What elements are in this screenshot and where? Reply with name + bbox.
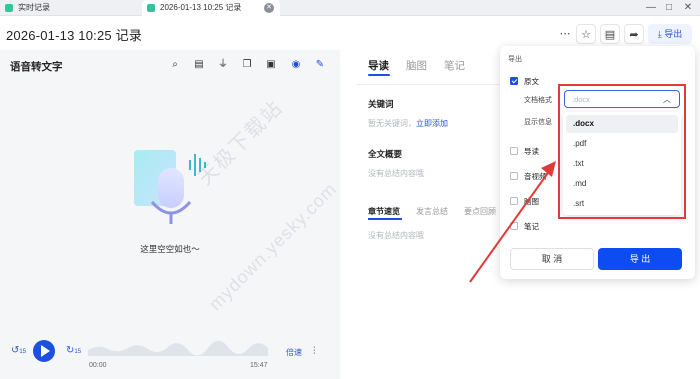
maximize-button[interactable]: □ bbox=[662, 1, 676, 15]
current-time: 00:00 bbox=[89, 362, 107, 369]
speaker-icon[interactable]: ◉ bbox=[289, 58, 303, 72]
audio-waveform[interactable] bbox=[88, 338, 268, 356]
tab-guide[interactable]: 导读 bbox=[368, 58, 389, 73]
forward-15-icon[interactable]: ↻15 bbox=[66, 345, 81, 356]
summary-empty: 没有总结内容哦 bbox=[368, 169, 424, 178]
copy-icon[interactable]: ❐ bbox=[240, 58, 254, 72]
checkbox-checked-icon[interactable] bbox=[510, 77, 518, 85]
tab-current-record[interactable]: 2026-01-13 10:25 记录 ✕ bbox=[142, 0, 280, 16]
note-icon[interactable]: ▣ bbox=[264, 58, 278, 72]
add-keyword-link[interactable]: 立即添加 bbox=[416, 119, 448, 128]
option-notes-label: 笔记 bbox=[524, 222, 539, 231]
option-audio-label: 音视频 bbox=[524, 172, 547, 181]
active-subtab-indicator bbox=[368, 218, 402, 220]
search-icon[interactable]: ⌕ bbox=[168, 58, 182, 72]
format-label: 文档格式 bbox=[524, 97, 552, 104]
edit-icon[interactable]: ✎ bbox=[313, 58, 327, 72]
tab-realtime-record[interactable]: 实时记录 bbox=[0, 0, 140, 16]
divider bbox=[356, 84, 500, 85]
keywords-empty-text: 暂无关键词， bbox=[368, 119, 416, 128]
minimize-button[interactable]: — bbox=[644, 1, 658, 15]
option-mindmap-label: 脑图 bbox=[524, 197, 539, 206]
download-icon: ⤓ bbox=[657, 29, 662, 39]
option-guide-label: 导读 bbox=[524, 147, 539, 156]
chapters-empty: 没有总结内容哦 bbox=[368, 231, 424, 240]
checkbox-icon[interactable] bbox=[510, 172, 518, 180]
total-time: 15:47 bbox=[250, 362, 268, 369]
option-original-label: 原文 bbox=[524, 77, 539, 86]
close-icon[interactable]: ✕ bbox=[264, 3, 274, 13]
keywords-title: 关键词 bbox=[368, 99, 394, 109]
active-tab-indicator bbox=[368, 74, 390, 76]
confirm-export-button[interactable]: 导 出 bbox=[598, 248, 682, 270]
checkbox-icon[interactable] bbox=[510, 197, 518, 205]
subtab-chapters[interactable]: 章节速览 bbox=[368, 206, 400, 217]
subtab-speaker-summary[interactable]: 发言总结 bbox=[416, 206, 448, 217]
playback-speed-button[interactable]: 倍速 bbox=[286, 347, 302, 358]
app-logo-icon bbox=[5, 4, 13, 12]
close-window-button[interactable]: ✕ bbox=[681, 1, 695, 15]
option-notes[interactable]: 笔记 bbox=[510, 221, 539, 232]
filter-icon[interactable]: ⏚ bbox=[216, 58, 230, 72]
clipboard-icon[interactable]: ▤ bbox=[600, 24, 620, 44]
option-original[interactable]: 原文 bbox=[510, 76, 539, 87]
export-button-label: 导出 bbox=[664, 29, 683, 39]
export-button[interactable]: ⤓ 导出 bbox=[648, 24, 692, 44]
export-dialog-title: 导出 bbox=[508, 56, 522, 63]
option-guide[interactable]: 导读 bbox=[510, 146, 539, 157]
star-icon[interactable]: ☆ bbox=[576, 24, 596, 44]
summary-title: 全文概要 bbox=[368, 149, 403, 159]
subtab-key-points[interactable]: 要点回顾 bbox=[464, 206, 496, 217]
option-mindmap[interactable]: 脑图 bbox=[510, 196, 539, 207]
share-icon[interactable]: ➦ bbox=[624, 24, 644, 44]
keywords-empty: 暂无关键词，立即添加 bbox=[368, 118, 448, 129]
app-logo-icon bbox=[147, 4, 155, 12]
transcript-title: 语音转文字 bbox=[10, 61, 63, 73]
rewind-15-icon[interactable]: ↺15 bbox=[11, 345, 26, 356]
option-audio[interactable]: 音视频 bbox=[510, 171, 547, 182]
page-title: 2026-01-13 10:25 记录 bbox=[6, 28, 143, 43]
play-icon bbox=[41, 345, 50, 357]
equalizer-icon[interactable]: ⫶ bbox=[313, 346, 316, 357]
play-button[interactable] bbox=[33, 340, 55, 362]
tab-notes[interactable]: 笔记 bbox=[444, 58, 465, 73]
tab-label: 实时记录 bbox=[18, 3, 50, 12]
document-icon[interactable]: ▤ bbox=[192, 58, 206, 72]
highlight-box bbox=[558, 84, 686, 219]
tab-bar: 实时记录 2026-01-13 10:25 记录 ✕ — □ ✕ bbox=[0, 0, 700, 16]
tab-mindmap[interactable]: 脑图 bbox=[406, 58, 427, 73]
display-info-label: 显示信息 bbox=[524, 119, 552, 126]
checkbox-icon[interactable] bbox=[510, 147, 518, 155]
more-icon[interactable]: ⋯ bbox=[555, 24, 575, 44]
tab-label: 2026-01-13 10:25 记录 bbox=[160, 3, 242, 12]
checkbox-icon[interactable] bbox=[510, 222, 518, 230]
cancel-button[interactable]: 取 消 bbox=[510, 248, 594, 270]
